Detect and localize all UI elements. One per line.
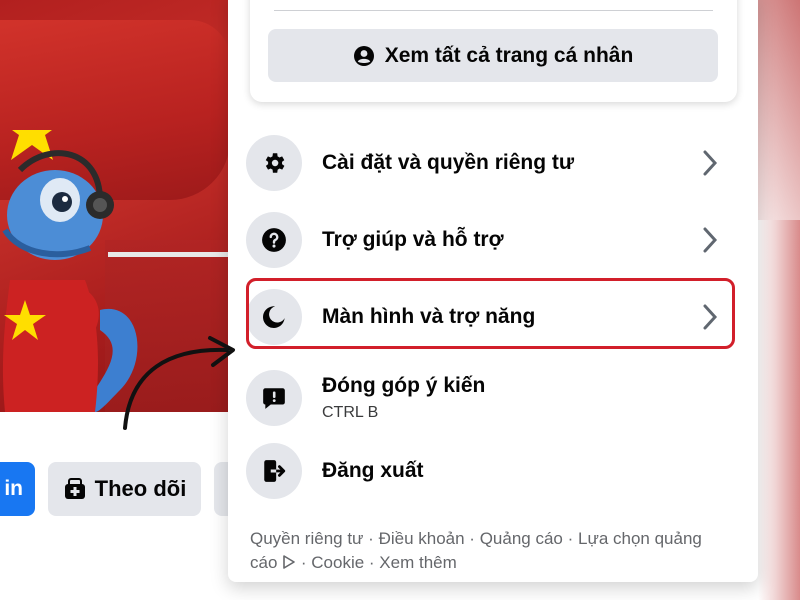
see-all-profiles-button[interactable]: Xem tất cả trang cá nhân: [268, 29, 718, 82]
account-menu: Xem tất cả trang cá nhân Cài đặt và quyề…: [228, 0, 758, 582]
menu-item-settings[interactable]: Cài đặt và quyền riêng tư: [246, 132, 736, 194]
gear-icon: [265, 153, 285, 173]
divider: [274, 10, 713, 11]
follow-button[interactable]: Theo dõi: [48, 462, 201, 516]
footer-separator: ·: [562, 529, 578, 548]
menu-item-label: Trợ giúp và hỗ trợ: [322, 228, 504, 251]
primary-action-button[interactable]: in: [0, 462, 35, 516]
menu-item-label: Đóng góp ý kiến: [322, 374, 486, 397]
menu-item-feedback[interactable]: Đóng góp ý kiến CTRL B: [246, 363, 736, 433]
follow-label: Theo dõi: [94, 476, 187, 501]
feedback-icon: [263, 388, 285, 409]
question-icon: [262, 228, 286, 252]
footer-separator: ·: [464, 529, 480, 548]
follow-icon: [64, 478, 85, 499]
footer-separator: ·: [296, 553, 312, 572]
menu-item-icon-wrap: [246, 370, 302, 426]
primary-action-label: in: [4, 477, 23, 500]
moon-icon: [262, 306, 285, 328]
profile-card: Xem tất cả trang cá nhân: [250, 0, 737, 102]
annotation-arrow-icon: [123, 336, 235, 430]
background-shade: [758, 0, 800, 220]
menu-item-help[interactable]: Trợ giúp và hỗ trợ: [246, 209, 736, 271]
menu-item-icon-wrap: [246, 135, 302, 191]
profile-switch-icon: [353, 45, 374, 66]
footer-separator: ·: [363, 529, 379, 548]
chevron-right-icon: [703, 304, 718, 330]
chevron-right-icon: [703, 150, 718, 176]
footer-link-cookie[interactable]: Cookie: [311, 553, 364, 572]
footer-separator: ·: [364, 553, 380, 572]
menu-item-label: Cài đặt và quyền riêng tư: [322, 151, 575, 174]
footer-link-ads[interactable]: Quảng cáo: [480, 529, 563, 548]
menu-item-logout[interactable]: Đăng xuất: [246, 440, 736, 502]
menu-item-display-accessibility[interactable]: Màn hình và trợ năng: [246, 286, 736, 348]
menu-item-label: Đăng xuất: [322, 459, 424, 482]
footer-link-terms[interactable]: Điều khoản: [379, 529, 465, 548]
menu-item-icon-wrap: [246, 212, 302, 268]
logout-icon: [264, 460, 286, 482]
footer-links: Quyền riêng tư · Điều khoản · Quảng cáo …: [250, 527, 720, 575]
menu-item-icon-wrap: [246, 443, 302, 499]
footer-link-privacy[interactable]: Quyền riêng tư: [250, 529, 363, 548]
ad-choices-icon: [283, 555, 295, 569]
page-action-buttons: in Theo dõi: [0, 462, 254, 516]
background-edge: [758, 0, 800, 600]
footer-link-more[interactable]: Xem thêm: [379, 553, 456, 572]
see-all-profiles-label: Xem tất cả trang cá nhân: [384, 43, 634, 67]
shortcut-hint: CTRL B: [322, 404, 379, 421]
menu-item-icon-wrap: [246, 289, 302, 345]
menu-item-label: Màn hình và trợ năng: [322, 305, 536, 328]
chevron-right-icon: [703, 227, 718, 253]
